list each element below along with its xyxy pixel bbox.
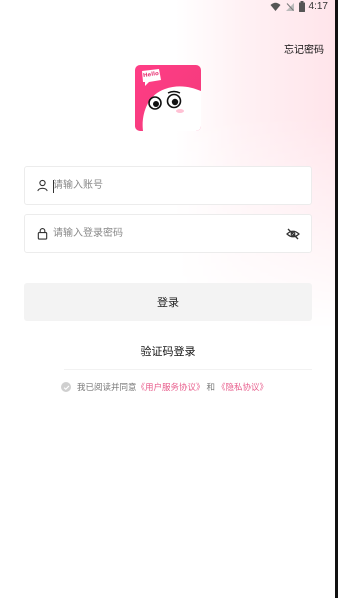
- agreement-row: 我已阅读并同意 《用户服务协议》 和 《隐私协议》: [61, 381, 268, 393]
- password-field[interactable]: [24, 214, 312, 253]
- forgot-password-link[interactable]: 忘记密码: [284, 41, 324, 56]
- user-icon: [37, 179, 48, 192]
- agreement-checkbox[interactable]: [61, 382, 71, 392]
- status-bar: 4:17: [0, 0, 335, 16]
- check-icon: [63, 385, 69, 390]
- status-time: 4:17: [308, 1, 328, 12]
- agreement-conjunction: 和: [206, 383, 216, 393]
- battery-icon: [298, 1, 305, 12]
- eye-off-icon[interactable]: [286, 227, 300, 241]
- app-logo: Hello: [135, 65, 201, 131]
- user-agreement-link[interactable]: 《用户服务协议》: [137, 381, 205, 393]
- account-field[interactable]: [24, 166, 312, 205]
- login-button[interactable]: 登录: [24, 283, 312, 321]
- text-caret: [53, 180, 54, 193]
- sms-login-link[interactable]: 验证码登录: [0, 343, 336, 359]
- password-input[interactable]: [53, 215, 283, 252]
- account-input[interactable]: [53, 167, 283, 204]
- agreement-text: 我已阅读并同意: [77, 383, 137, 393]
- divider: [64, 369, 312, 370]
- privacy-policy-link[interactable]: 《隐私协议》: [217, 381, 268, 393]
- wifi-icon: [270, 2, 281, 11]
- lock-icon: [37, 228, 48, 240]
- status-icons: 4:17: [270, 1, 328, 12]
- signal-icon: [285, 2, 294, 11]
